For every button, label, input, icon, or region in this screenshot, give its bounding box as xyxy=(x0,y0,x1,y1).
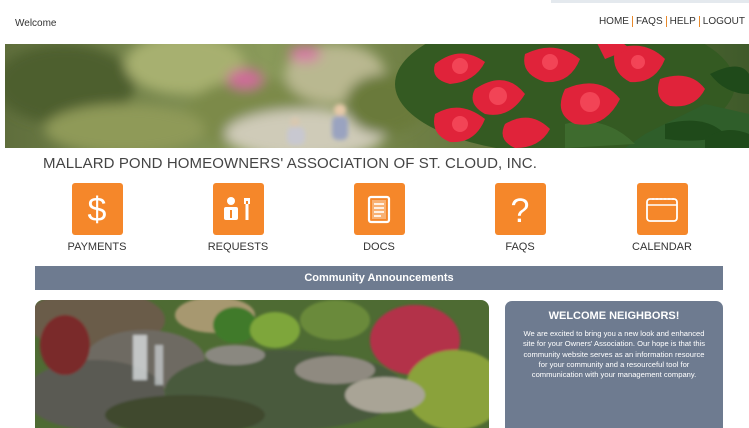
requests-tile[interactable]: REQUESTS xyxy=(178,183,298,253)
nav-separator xyxy=(631,16,633,27)
payments-tile-label: PAYMENTS xyxy=(67,241,127,253)
nav-help-link[interactable]: HELP xyxy=(670,16,696,27)
faqs-tile[interactable]: ? FAQS xyxy=(460,183,580,253)
document-icon xyxy=(367,195,391,224)
top-navigation: HOME FAQS HELP LOGOUT xyxy=(599,16,745,27)
requests-tile-label: REQUESTS xyxy=(207,241,269,253)
welcome-card-title: WELCOME NEIGHBORS! xyxy=(548,310,680,322)
banner-image xyxy=(5,44,749,148)
faqs-tile-icon-box: ? xyxy=(494,183,546,235)
calendar-tile-icon-box xyxy=(636,183,688,235)
nav-separator xyxy=(665,16,667,27)
dollar-icon: $ xyxy=(88,191,107,227)
welcome-text: Welcome xyxy=(15,18,57,29)
welcome-card-body: We are excited to bring you a new look a… xyxy=(522,329,706,380)
garden-pond-illustration xyxy=(35,300,489,428)
tools-icon xyxy=(224,197,250,220)
nav-logout-link[interactable]: LOGOUT xyxy=(703,16,745,27)
nav-home-link[interactable]: HOME xyxy=(599,16,629,27)
nav-faqs-link[interactable]: FAQS xyxy=(636,16,663,27)
top-accent-strip xyxy=(551,0,749,3)
payments-tile[interactable]: $ PAYMENTS xyxy=(37,183,157,253)
community-announcements-header: Community Announcements xyxy=(35,266,723,290)
garden-pond-image xyxy=(35,300,489,428)
top-bar: Welcome HOME FAQS HELP LOGOUT xyxy=(0,0,749,44)
nav-separator xyxy=(698,16,700,27)
association-title: MALLARD POND HOMEOWNERS' ASSOCIATION OF … xyxy=(43,155,537,172)
requests-tile-icon-box xyxy=(212,183,264,235)
docs-tile-label: DOCS xyxy=(363,241,395,253)
welcome-neighbors-card: WELCOME NEIGHBORS! We are excited to bri… xyxy=(505,301,723,428)
docs-tile-icon-box xyxy=(353,183,405,235)
calendar-tile[interactable]: CALENDAR xyxy=(602,183,722,253)
svg-text:$: $ xyxy=(88,191,107,227)
calendar-icon xyxy=(646,198,678,222)
faqs-tile-label: FAQS xyxy=(505,241,535,253)
svg-text:?: ? xyxy=(511,192,530,227)
quick-link-tiles: $ PAYMENTS REQUESTS DOCS ? FAQS CALENDAR xyxy=(0,183,749,258)
calendar-tile-label: CALENDAR xyxy=(632,241,692,253)
banner-flowers-illustration xyxy=(5,44,749,148)
docs-tile[interactable]: DOCS xyxy=(319,183,439,253)
payments-tile-icon-box: $ xyxy=(71,183,123,235)
question-icon: ? xyxy=(511,192,530,227)
